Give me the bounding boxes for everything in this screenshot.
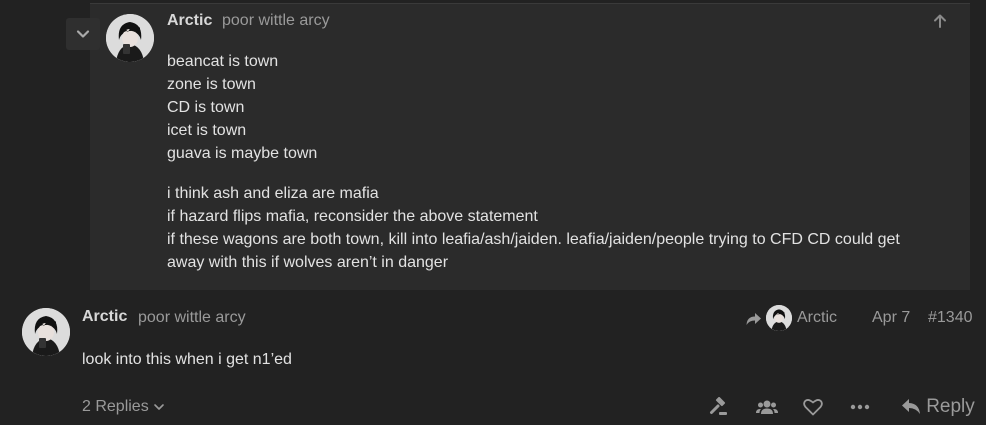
collapse-quote-button[interactable] (66, 18, 100, 50)
quote-line: icet is town (167, 122, 247, 139)
like-button[interactable] (801, 396, 825, 418)
chevron-down-icon (76, 30, 90, 38)
quote-line: i think ash and eliza are mafia (167, 185, 379, 202)
gavel-icon (710, 397, 727, 415)
reply-to-indicator[interactable] (744, 309, 764, 329)
share-arrow-icon (746, 313, 761, 325)
post-date[interactable]: Apr 7 (872, 309, 910, 327)
reply-button-label: Reply (926, 396, 975, 417)
post-number[interactable]: #1340 (928, 309, 973, 327)
reply-arrow-icon (902, 399, 921, 414)
quote-line: CD is town (167, 99, 245, 116)
quote-user-title: poor wittle arcy (222, 12, 330, 29)
users-icon (756, 400, 778, 414)
post-body: look into this when i get n1’ed (82, 351, 292, 368)
post-username[interactable]: Arctic (82, 308, 127, 326)
post-avatar[interactable] (22, 308, 70, 356)
quote-line: if these wagons are both town, kill into… (167, 231, 900, 248)
chevron-down-icon (153, 404, 164, 410)
quote-line: beancat is town (167, 53, 279, 70)
ellipsis-icon (850, 404, 870, 410)
avatar[interactable] (106, 14, 154, 62)
who-liked-button[interactable] (754, 396, 780, 418)
quote-line: zone is town (167, 76, 256, 93)
quote-line: away with this if wolves aren’t in dange… (167, 254, 449, 271)
reply-to-avatar[interactable] (766, 305, 792, 331)
quote-username[interactable]: Arctic (167, 12, 212, 30)
jump-to-post-button[interactable] (930, 11, 950, 31)
replies-label: 2 Replies (82, 398, 149, 415)
quote-line: guava is maybe town (167, 145, 318, 162)
heart-icon (803, 399, 823, 416)
more-actions-button[interactable] (848, 396, 872, 418)
avatar-image (106, 14, 154, 62)
reply-to-username[interactable]: Arctic (797, 309, 837, 327)
avatar-image (766, 305, 792, 331)
post-user-title: poor wittle arcy (138, 309, 246, 326)
avatar-image (22, 308, 70, 356)
admin-actions-button[interactable] (707, 396, 731, 418)
reply-button[interactable]: Reply (899, 394, 977, 420)
arrow-up-icon (934, 14, 946, 28)
quote-line: if hazard flips mafia, reconsider the ab… (167, 208, 538, 225)
replies-toggle[interactable]: 2 Replies (82, 398, 165, 416)
